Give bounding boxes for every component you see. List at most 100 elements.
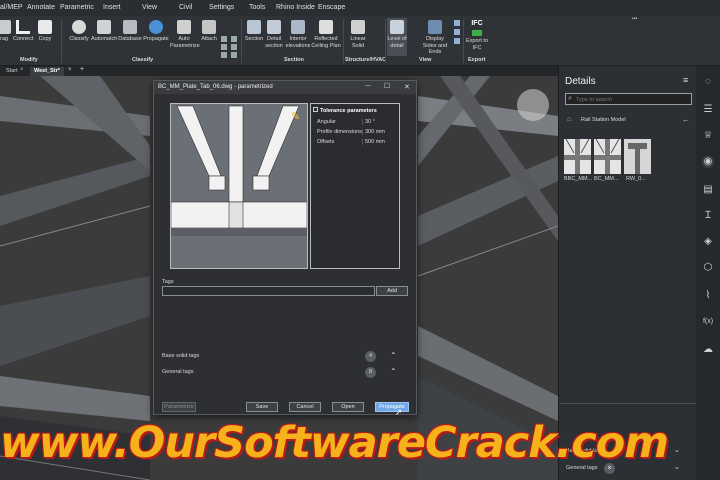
menu-item-civil[interactable]: Civil [179, 4, 192, 11]
propagate-tool[interactable]: Propagate [143, 18, 169, 43]
classify-tool[interactable]: Classify [68, 18, 90, 43]
collapse-icon[interactable] [313, 107, 318, 112]
clip-icon[interactable]: ⌇ [702, 290, 714, 302]
thumbnail-label: RW_0... [626, 176, 646, 182]
preview-image: ✎ [170, 103, 308, 269]
tags-input[interactable] [162, 286, 375, 296]
small-tool-icon[interactable] [454, 29, 460, 35]
automatch-tool[interactable]: Automatch [91, 18, 117, 43]
tolerance-panel: Tolerance parameters Angular 30 ° Profil… [310, 103, 400, 269]
chevron-up-icon[interactable]: ⌃ [390, 367, 397, 376]
interior-elevations-icon [291, 20, 305, 34]
save-button[interactable]: Save [246, 402, 278, 412]
menu-item-parametric[interactable]: Parametric [60, 4, 94, 11]
cloud-icon[interactable]: ☁ [702, 344, 714, 356]
general-tags-section[interactable]: General tags 8 ⌃ [162, 367, 402, 379]
database-tool[interactable]: Database [118, 18, 142, 43]
section-tool[interactable]: Section [244, 18, 264, 43]
small-tool-icon[interactable] [221, 44, 227, 50]
parametrize-button[interactable]: Parametrize [162, 402, 196, 412]
interior-elevations-tool[interactable]: Interior elevations [285, 18, 311, 49]
small-tool-icon[interactable] [231, 52, 237, 58]
thumbnail-bc-mm[interactable] [594, 138, 621, 174]
menu-item-enscape[interactable]: Enscape [318, 4, 345, 11]
tab-west-str[interactable]: West_Str* [30, 67, 64, 76]
display-sides-tool[interactable]: Display Sides and Ends [419, 18, 451, 56]
ribbon-separator [61, 19, 62, 63]
ribbon-separator [343, 19, 344, 63]
thumbnail-rw[interactable] [624, 139, 651, 174]
library-icon[interactable]: ▤ [702, 184, 714, 196]
menu-item-tools[interactable]: Tools [249, 4, 265, 11]
hamburger-menu-icon[interactable]: ≡ [683, 75, 688, 85]
classify-icon [72, 20, 86, 34]
menu-item-rhino-inside[interactable]: Rhino Inside [276, 4, 315, 11]
open-button[interactable]: Open [332, 402, 364, 412]
menu-item-mep[interactable]: al/MEP [0, 4, 23, 11]
ribbon-overflow-indicator[interactable]: ••• [632, 16, 637, 22]
small-tool-icon[interactable] [221, 52, 227, 58]
tolerance-row: Angular 30 ° [317, 119, 375, 125]
trophy-icon[interactable]: ♕ [702, 130, 714, 142]
sliders-icon[interactable]: ☰ [702, 104, 714, 116]
chevron-down-icon[interactable]: ⌄ [674, 463, 680, 471]
view-small-tools [454, 20, 460, 50]
details-search[interactable]: ⌕ [565, 93, 692, 105]
target-icon[interactable]: ◉ [702, 156, 714, 168]
connect-tool[interactable]: Connect [13, 18, 34, 43]
cancel-button[interactable]: Cancel [289, 402, 321, 412]
copy-tool[interactable]: Copy [37, 18, 53, 43]
tool-label: rag [0, 36, 8, 42]
viewcube[interactable] [517, 89, 549, 121]
tolerance-row: Profile dimensions 300 mm [317, 129, 385, 135]
close-button[interactable]: ✕ [404, 83, 410, 91]
close-icon[interactable]: × [68, 67, 72, 73]
minimize-button[interactable]: — [365, 83, 371, 89]
cube-icon[interactable]: ⬡ [702, 262, 714, 274]
search-input[interactable] [576, 95, 686, 104]
chevron-down-icon[interactable]: ⌄ [674, 446, 680, 454]
function-icon[interactable]: f(x) [702, 316, 714, 328]
export-ifc-tool[interactable]: IFC Export to IFC [466, 18, 488, 51]
param-value[interactable]: 500 mm [362, 139, 398, 145]
menu-item-insert[interactable]: Insert [103, 4, 121, 11]
propagate-button[interactable]: Propagate [375, 402, 409, 412]
back-arrow-icon[interactable]: ← [682, 115, 690, 124]
small-tool-icon[interactable] [221, 36, 227, 42]
auto-parametrize-tool[interactable]: Auto Parametrize [170, 18, 200, 49]
small-tool-icon[interactable] [454, 20, 460, 26]
param-value[interactable]: 300 mm [362, 129, 398, 135]
ribbon-separator [463, 19, 464, 63]
small-tool-icon[interactable] [231, 44, 237, 50]
menu-item-settings[interactable]: Settings [209, 4, 234, 11]
detail-section-tool[interactable]: Detail section [264, 18, 284, 49]
close-icon[interactable]: × [20, 67, 24, 73]
attach-tool[interactable]: Attach [200, 18, 218, 43]
small-tool-icon[interactable] [454, 38, 460, 44]
menu-item-view[interactable]: View [142, 4, 157, 11]
edit-pencil-icon[interactable]: ✎ [291, 110, 300, 123]
base-solid-tags-section[interactable]: Base solid tags 4 ⌃ [162, 351, 402, 363]
reflected-ceiling-tool[interactable]: Reflected Ceiling Plan [311, 18, 341, 49]
chevron-up-icon[interactable]: ⌃ [390, 351, 397, 360]
dialog-title: BC_MM_Plate_Tab_06.dwg - parametrized [158, 84, 273, 90]
tab-start[interactable]: Start [2, 67, 22, 76]
home-icon[interactable]: ⌂ [567, 116, 571, 123]
layers-icon[interactable]: ◈ [702, 236, 714, 248]
beam-icon[interactable]: Ɪ [702, 210, 714, 222]
thumbnail-bbc-mm[interactable] [564, 138, 591, 174]
group-label-export: Export [468, 57, 486, 63]
param-value[interactable]: 30 ° [362, 119, 398, 125]
count-badge: 8 [365, 367, 376, 378]
linear-solid-tool[interactable]: Linear Solid [348, 18, 368, 49]
small-tool-icon[interactable] [231, 36, 237, 42]
add-tag-button[interactable]: Add [376, 286, 408, 296]
level-of-detail-tool[interactable]: Level of detail [387, 18, 407, 56]
lightbulb-icon[interactable]: ◌ [702, 76, 714, 88]
menu-item-annotate[interactable]: Annotate [27, 4, 55, 11]
breadcrumb[interactable]: Rail Station Model [581, 117, 626, 123]
maximize-button[interactable]: ☐ [384, 82, 390, 90]
add-tab-icon[interactable]: + [80, 66, 84, 73]
drag-tool[interactable]: rag [0, 18, 12, 43]
param-name: Angular [317, 119, 336, 125]
